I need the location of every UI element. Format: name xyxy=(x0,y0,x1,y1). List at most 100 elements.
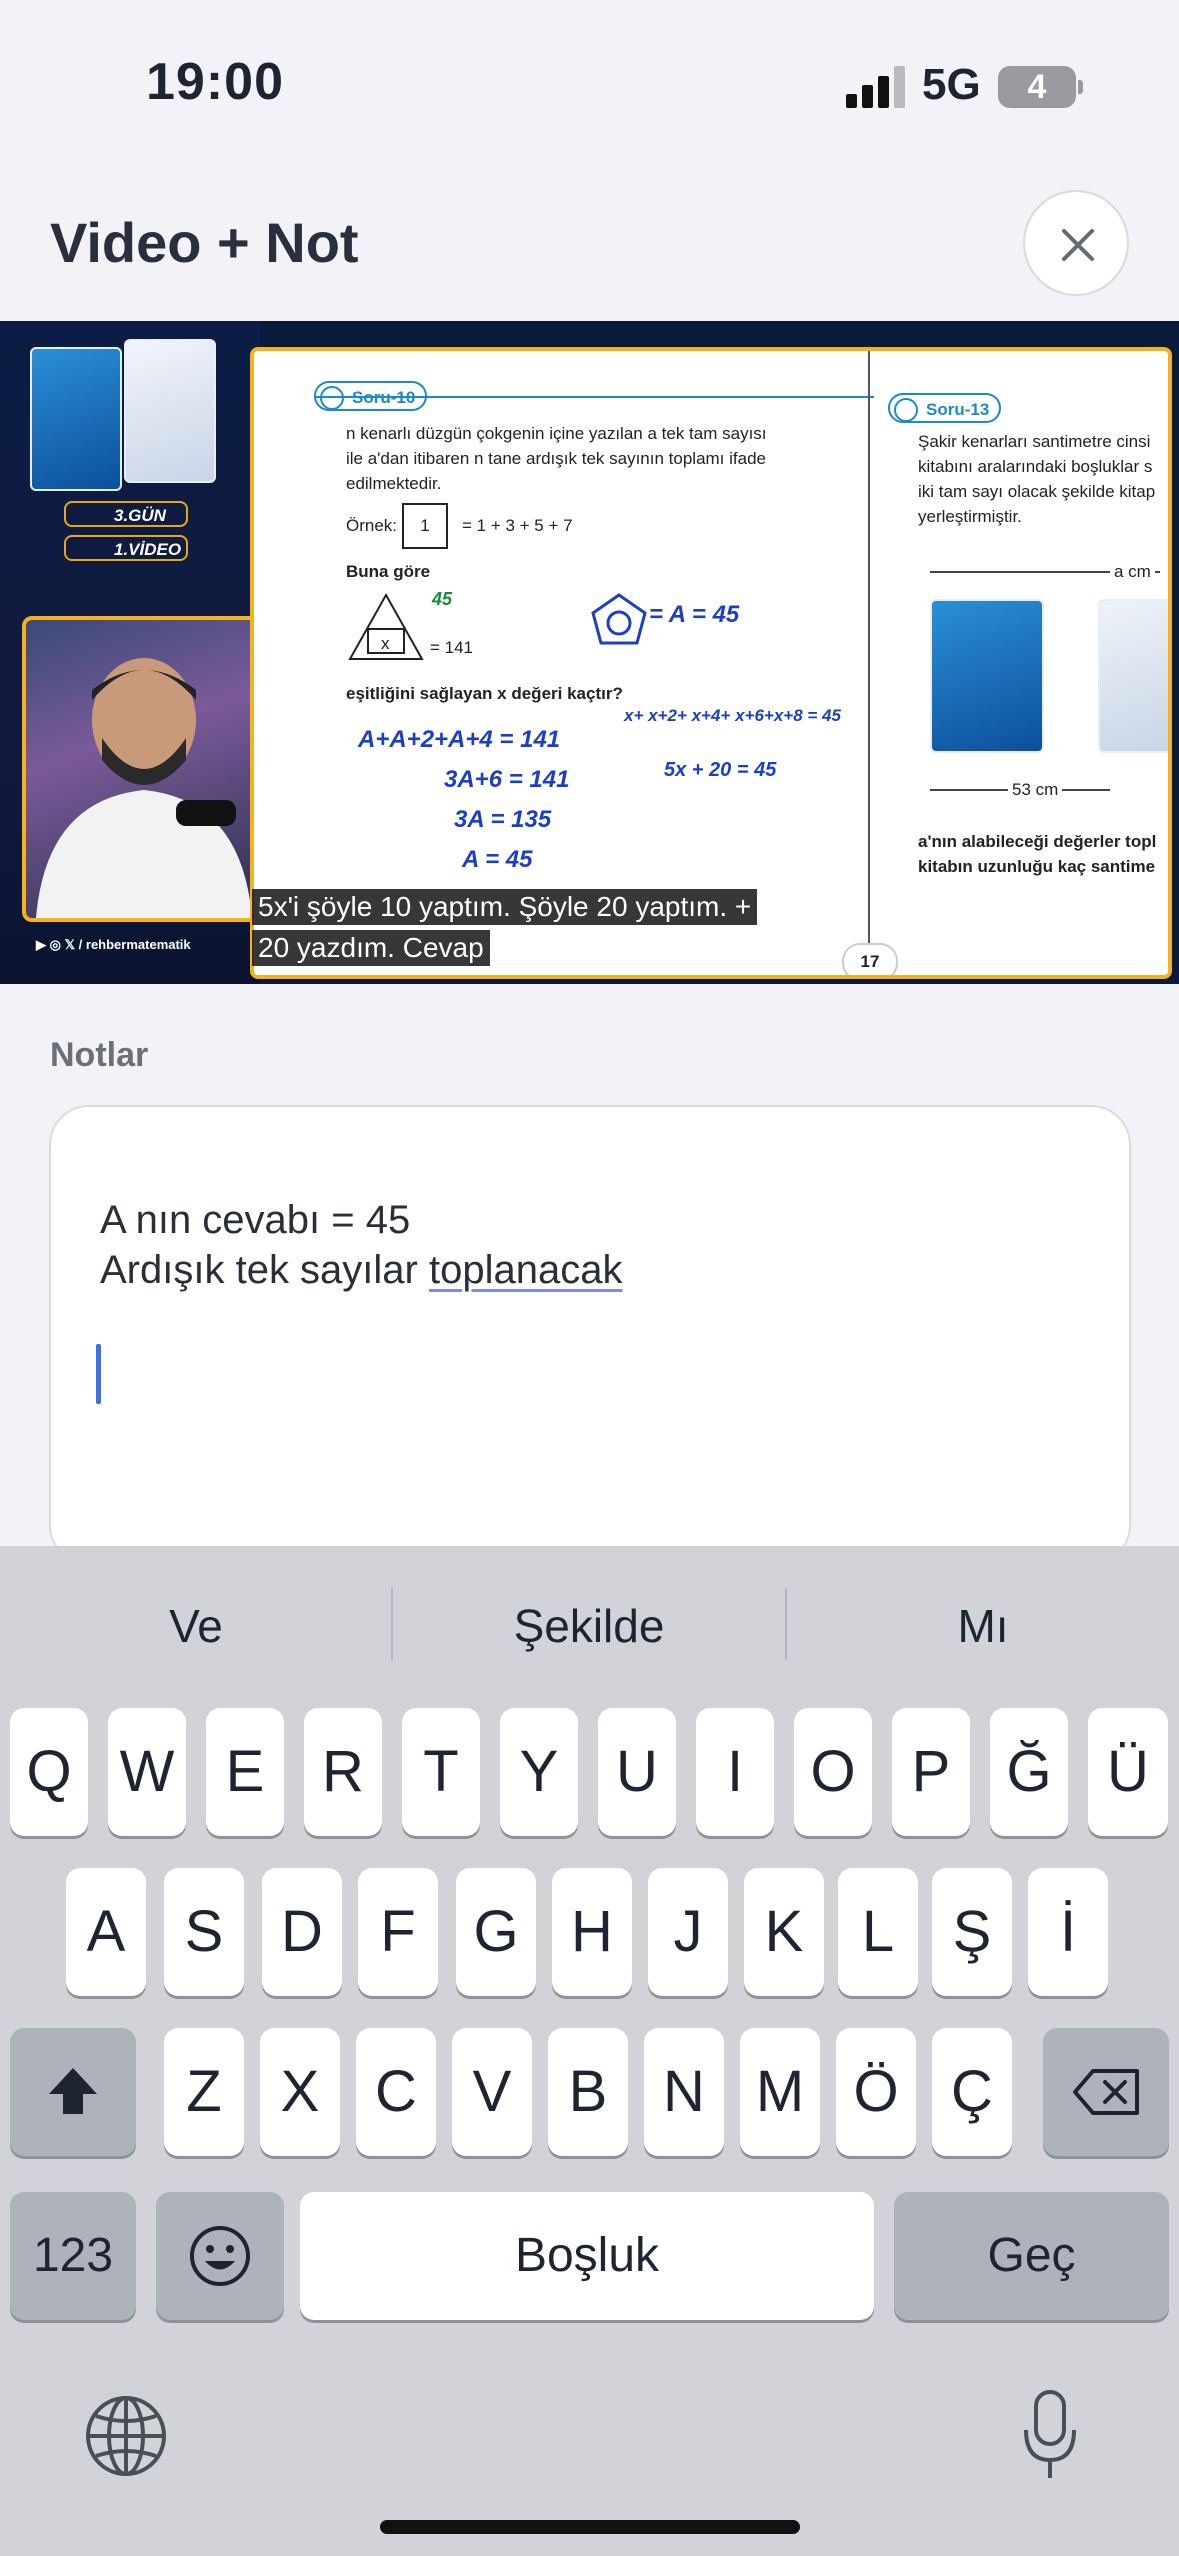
suggestion-3[interactable]: Mı xyxy=(787,1546,1179,1706)
notes-textarea[interactable] xyxy=(49,1105,1131,1565)
shift-key[interactable] xyxy=(10,2028,136,2156)
shift-icon xyxy=(49,2068,97,2114)
key-u-umlaut[interactable]: Ü xyxy=(1088,1708,1168,1836)
key-u[interactable]: U xyxy=(598,1708,676,1836)
textbook-page: Soru-10 Soru-13 n kenarlı düzgün çokgeni… xyxy=(250,347,1172,979)
caption-line-1: 5x'i şöyle 10 yaptım. Şöyle 20 yaptım. + xyxy=(252,889,758,925)
emoji-icon xyxy=(190,2226,250,2286)
hand-note-6: x+ x+2+ x+4+ x+6+x+8 = 45 xyxy=(624,706,841,725)
suggestion-1[interactable]: Ve xyxy=(0,1546,392,1706)
key-j[interactable]: J xyxy=(648,1868,728,1996)
right-text-4: yerleştirmiştir. xyxy=(918,507,1022,526)
presenter-camera xyxy=(22,616,266,922)
status-time: 19:00 xyxy=(146,53,284,111)
example-label: Örnek: xyxy=(346,516,398,535)
battery-tip xyxy=(1078,80,1083,94)
key-o-umlaut[interactable]: Ö xyxy=(836,2028,916,2156)
key-b[interactable]: B xyxy=(548,2028,628,2156)
key-d[interactable]: D xyxy=(262,1868,342,1996)
key-s[interactable]: S xyxy=(164,1868,244,1996)
triangle-value: = 141 xyxy=(430,638,474,657)
notes-label: Notlar xyxy=(50,1036,149,1074)
key-v[interactable]: V xyxy=(452,2028,532,2156)
right-bottom-text-1: a'nın alabileceği değerler topl xyxy=(918,832,1157,851)
key-o[interactable]: O xyxy=(794,1708,872,1836)
key-i-dotted[interactable]: İ xyxy=(1028,1868,1108,1996)
social-handle: ▶ ◎ 𝕏 / rehbermatematik xyxy=(36,937,191,952)
key-x[interactable]: X xyxy=(260,2028,340,2156)
key-i[interactable]: I xyxy=(696,1708,774,1836)
key-n[interactable]: N xyxy=(644,2028,724,2156)
numbers-key[interactable]: 123 xyxy=(10,2192,136,2320)
return-key[interactable]: Geç xyxy=(894,2192,1169,2320)
key-f[interactable]: F xyxy=(358,1868,438,1996)
right-top-label: a cm xyxy=(1110,559,1155,584)
key-w[interactable]: W xyxy=(108,1708,186,1836)
right-text-2: kitabını aralarındaki boşluklar s xyxy=(918,457,1153,476)
key-p[interactable]: P xyxy=(892,1708,970,1836)
right-text-1: Şakir kenarları santimetre cinsi xyxy=(918,432,1151,451)
question-badge-right: Soru-13 xyxy=(888,393,1002,423)
buna-gore: Buna göre xyxy=(346,562,431,581)
hand-note-5: = A = 45 xyxy=(649,601,740,628)
right-dimension: 53 cm xyxy=(1008,777,1063,802)
video-tag: 1.VİDEO xyxy=(64,535,188,561)
video-player[interactable]: 3.GÜN 1.VİDEO ▶ ◎ 𝕏 / rehbermatematik So… xyxy=(0,321,1179,984)
backspace-icon xyxy=(1073,2069,1139,2115)
key-h[interactable]: H xyxy=(552,1868,632,1996)
suggestion-2[interactable]: Şekilde xyxy=(393,1546,785,1706)
note-line-1: A nın cevabı = 45 xyxy=(100,1198,411,1242)
book-cover-image-2 xyxy=(124,339,216,483)
hand-note-8: 45 xyxy=(432,589,453,609)
battery-icon: 4 xyxy=(998,66,1076,108)
microphone-icon[interactable] xyxy=(1018,2388,1082,2484)
key-m[interactable]: M xyxy=(740,2028,820,2156)
key-t[interactable]: T xyxy=(402,1708,480,1836)
key-c[interactable]: C xyxy=(356,2028,436,2156)
status-bar: 19:00 5G 4 xyxy=(0,0,1179,175)
social-handle-text: / rehbermatematik xyxy=(78,937,191,952)
network-type: 5G xyxy=(922,60,981,109)
left-text-1: n kenarlı düzgün çokgenin içine yazılan … xyxy=(346,424,767,443)
presenter-image xyxy=(36,658,252,918)
key-y[interactable]: Y xyxy=(500,1708,578,1836)
key-s-cedilla[interactable]: Ş xyxy=(932,1868,1012,1996)
space-key[interactable]: Boşluk xyxy=(300,2192,874,2320)
book-image-2 xyxy=(1098,599,1168,753)
key-e[interactable]: E xyxy=(206,1708,284,1836)
note-line-2-prefix: Ardışık tek sayılar xyxy=(100,1248,429,1292)
left-text-2: ile a'dan itibaren n tane ardışık tek sa… xyxy=(346,449,766,468)
hand-note-1: A+A+2+A+4 = 141 xyxy=(358,726,561,753)
book-cover-image xyxy=(30,347,122,491)
left-text-3: edilmektedir. xyxy=(346,474,442,493)
close-button[interactable] xyxy=(1023,190,1129,296)
hand-note-4: A = 45 xyxy=(462,846,533,873)
signal-icon xyxy=(846,66,905,108)
key-l[interactable]: L xyxy=(838,1868,918,1996)
hand-note-7: 5x + 20 = 45 xyxy=(664,759,777,781)
key-g[interactable]: G xyxy=(456,1868,536,1996)
key-q[interactable]: Q xyxy=(10,1708,88,1836)
example-expression: = 1 + 3 + 5 + 7 xyxy=(462,516,573,535)
text-cursor xyxy=(96,1344,101,1404)
note-line-2: Ardışık tek sayılar toplanacak xyxy=(100,1248,622,1293)
emoji-key[interactable] xyxy=(156,2192,284,2320)
key-r[interactable]: R xyxy=(304,1708,382,1836)
key-a[interactable]: A xyxy=(66,1868,146,1996)
hand-note-2: 3A+6 = 141 xyxy=(444,766,570,793)
key-k[interactable]: K xyxy=(744,1868,824,1996)
right-text-3: iki tam sayı olacak şekilde kitap xyxy=(918,482,1156,501)
key-z[interactable]: Z xyxy=(164,2028,244,2156)
close-icon xyxy=(1062,229,1094,261)
example-box: 1 xyxy=(402,503,448,549)
book-image-1 xyxy=(930,599,1044,753)
key-c-cedilla[interactable]: Ç xyxy=(932,2028,1012,2156)
page-gutter xyxy=(868,351,870,975)
backspace-key[interactable] xyxy=(1043,2028,1169,2156)
page-title: Video + Not xyxy=(50,211,359,274)
question-text: eşitliğini sağlayan x değeri kaçtır? xyxy=(346,684,623,703)
triangle-x: x xyxy=(381,634,390,653)
globe-icon[interactable] xyxy=(84,2394,168,2478)
key-g-breve[interactable]: Ğ xyxy=(990,1708,1068,1836)
day-tag: 3.GÜN xyxy=(64,501,188,527)
